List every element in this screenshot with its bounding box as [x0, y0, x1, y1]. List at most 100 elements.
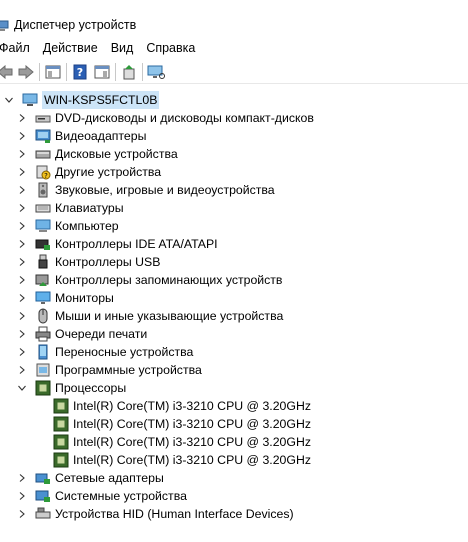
processor-icon [53, 434, 69, 450]
collapse-toggle[interactable] [17, 383, 27, 393]
chevron-right-icon [19, 294, 25, 302]
tree-category-label: Клавиатуры [55, 201, 124, 215]
tree-device-item-label: Intel(R) Core(TM) i3-3210 CPU @ 3.20GHz [73, 417, 311, 431]
expand-toggle[interactable] [17, 347, 27, 357]
tree-category-label: Переносные устройства [55, 345, 194, 359]
tree-category[interactable]: Сетевые адаптеры [17, 469, 164, 487]
expand-toggle[interactable] [17, 509, 27, 519]
tree-category[interactable]: Контроллеры запоминающих устройств [17, 271, 282, 289]
tree-category-label: Контроллеры IDE ATA/ATAPI [55, 237, 218, 251]
expand-toggle[interactable] [17, 203, 27, 213]
expand-toggle[interactable] [17, 131, 27, 141]
svg-text:?: ? [77, 66, 83, 79]
chevron-right-icon [19, 510, 25, 518]
collapse-toggle[interactable] [4, 95, 14, 105]
tree-root[interactable]: WIN-KSPS5FCTL0B [4, 91, 160, 109]
expand-toggle[interactable] [17, 473, 27, 483]
window-title: Диспетчер устройств [14, 18, 137, 32]
expand-toggle[interactable] [17, 113, 27, 123]
toolbar-separator [115, 62, 116, 81]
svg-text:?: ? [44, 172, 48, 180]
expand-toggle[interactable] [17, 311, 27, 321]
menu-view[interactable]: Вид [111, 41, 134, 55]
back-button[interactable] [0, 63, 14, 81]
processor-icon [35, 380, 51, 396]
forward-arrow-icon [18, 64, 34, 79]
tree-category[interactable]: Программные устройства [17, 361, 202, 379]
tree-category[interactable]: Контроллеры USB [17, 253, 160, 271]
tree-category[interactable]: Дисковые устройства [17, 145, 178, 163]
usb-icon [35, 254, 51, 270]
tree-category[interactable]: Очереди печати [17, 325, 147, 343]
tree-device-item[interactable]: Intel(R) Core(TM) i3-3210 CPU @ 3.20GHz [53, 451, 311, 469]
tree-category[interactable]: Переносные устройства [17, 343, 193, 361]
scan-hardware-button[interactable] [147, 63, 165, 81]
chevron-right-icon [19, 492, 25, 500]
chevron-right-icon [19, 150, 25, 158]
chevron-right-icon [19, 132, 25, 140]
root-computer-icon [22, 92, 38, 108]
forward-button[interactable] [17, 63, 35, 81]
computer-icon [35, 218, 51, 234]
expand-toggle[interactable] [17, 491, 27, 501]
chevron-right-icon [19, 366, 25, 374]
update-driver-button[interactable] [120, 63, 138, 81]
tree-category-label: Системные устройства [55, 489, 187, 503]
tree-category[interactable]: Компьютер [17, 217, 119, 235]
chevron-down-icon [5, 97, 13, 103]
tree-device-item[interactable]: Intel(R) Core(TM) i3-3210 CPU @ 3.20GHz [53, 433, 311, 451]
tree-category-label: Дисковые устройства [55, 147, 178, 161]
menu-help[interactable]: Справка [146, 41, 195, 55]
tree-category[interactable]: Клавиатуры [17, 199, 124, 217]
expand-toggle[interactable] [17, 221, 27, 231]
device-manager-icon [0, 18, 10, 32]
tree-device-item[interactable]: Intel(R) Core(TM) i3-3210 CPU @ 3.20GHz [53, 415, 311, 433]
expand-toggle[interactable] [17, 275, 27, 285]
tree-category-label: Видеоадаптеры [55, 129, 147, 143]
system-device-icon [35, 488, 51, 504]
tree-category-label: Мониторы [55, 291, 114, 305]
tree-device-item[interactable]: Intel(R) Core(TM) i3-3210 CPU @ 3.20GHz [53, 397, 311, 415]
tree-category[interactable]: Устройства HID (Human Interface Devices) [17, 505, 294, 523]
expand-toggle[interactable] [17, 365, 27, 375]
tree-category[interactable]: Звуковые, игровые и видеоустройства [17, 181, 275, 199]
processor-icon [53, 416, 69, 432]
expand-toggle[interactable] [17, 239, 27, 249]
processor-icon [53, 452, 69, 468]
help-button[interactable]: ? [71, 63, 89, 81]
chevron-right-icon [19, 348, 25, 356]
back-arrow-icon [0, 64, 13, 79]
toolbar-separator [39, 62, 40, 81]
show-hide-console-tree-button[interactable] [44, 63, 62, 81]
software-device-icon [35, 362, 51, 378]
chevron-right-icon [19, 276, 25, 284]
properties-button[interactable] [93, 63, 111, 81]
chevron-right-icon [19, 204, 25, 212]
mouse-icon [35, 308, 51, 324]
tree-category[interactable]: ? Другие устройства [17, 163, 161, 181]
expand-toggle[interactable] [17, 149, 27, 159]
chevron-right-icon [19, 186, 25, 194]
tree-category[interactable]: Процессоры [17, 379, 126, 397]
tree-category[interactable]: DVD-дисководы и дисководы компакт-дисков [17, 109, 314, 127]
tree-category[interactable]: Видеоадаптеры [17, 127, 146, 145]
chevron-down-icon [18, 385, 26, 391]
expand-toggle[interactable] [17, 167, 27, 177]
hid-icon [35, 506, 51, 522]
tree-device-item-label: Intel(R) Core(TM) i3-3210 CPU @ 3.20GHz [73, 453, 311, 467]
menu-action[interactable]: Действие [43, 41, 98, 55]
expand-toggle[interactable] [17, 329, 27, 339]
tree-category-label: Мыши и иные указывающие устройства [55, 309, 284, 323]
tree-category[interactable]: Мониторы [17, 289, 114, 307]
tree-category[interactable]: Мыши и иные указывающие устройства [17, 307, 283, 325]
chevron-right-icon [19, 114, 25, 122]
tree-category[interactable]: Системные устройства [17, 487, 187, 505]
tree-device-item-label: Intel(R) Core(TM) i3-3210 CPU @ 3.20GHz [73, 399, 311, 413]
expand-toggle[interactable] [17, 257, 27, 267]
expand-toggle[interactable] [17, 185, 27, 195]
tree-category-label: Устройства HID (Human Interface Devices) [55, 507, 294, 521]
chevron-right-icon [19, 312, 25, 320]
menu-file[interactable]: Файл [0, 41, 30, 55]
tree-category[interactable]: Контроллеры IDE ATA/ATAPI [17, 235, 218, 253]
expand-toggle[interactable] [17, 293, 27, 303]
